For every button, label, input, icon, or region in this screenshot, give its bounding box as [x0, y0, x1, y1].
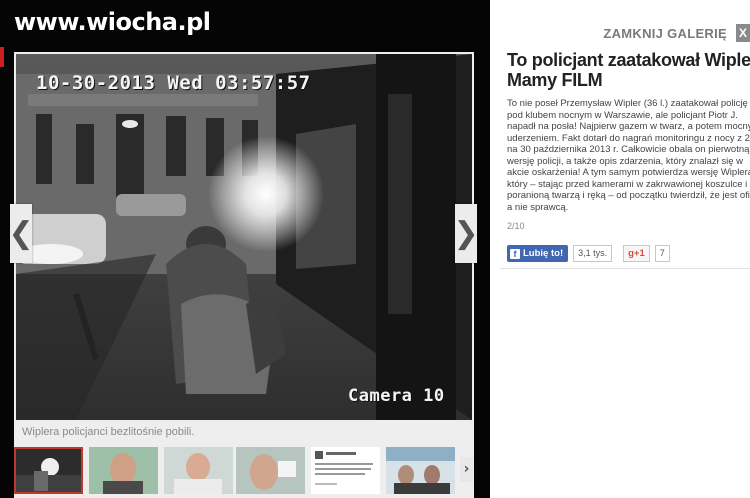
thumbnail-group[interactable]: [386, 447, 455, 494]
divider: [500, 268, 750, 269]
article-body-line: a nie sprawcą.: [507, 201, 569, 213]
cctv-timestamp: 10-30-2013 Wed 03:57:57: [36, 72, 311, 94]
article-body-line: który – stając przed kamerami w zakrwawi…: [507, 178, 750, 190]
facebook-like-count: 3,1 tys.: [573, 245, 613, 262]
thumbnail-face-1[interactable]: [89, 447, 158, 494]
facebook-like-button[interactable]: f Lubię to!: [507, 245, 569, 262]
cctv-photo: 10-30-2013 Wed 03:57:57 Camera 10: [16, 54, 472, 420]
thumbnail-strip: ›: [14, 447, 474, 495]
next-photo-button[interactable]: ❯: [453, 204, 479, 263]
close-gallery-button[interactable]: ZAMKNIJ GALERIĘ: [603, 26, 727, 41]
photo-caption: Wiplera policjanci bezlitośnie pobili.: [22, 426, 195, 438]
gallery-viewer: 10-30-2013 Wed 03:57:57 Camera 10 Wipler…: [14, 52, 474, 498]
article-body-line: uderzeniem. Fakt dotarł do nagrań monito…: [507, 132, 750, 144]
thumbnail-cctv[interactable]: [14, 447, 83, 494]
article-body-line: wersję policji, a także opis zdarzenia, …: [507, 155, 744, 167]
close-icon[interactable]: X: [736, 24, 750, 42]
thumbnail-face-2[interactable]: [164, 447, 233, 494]
previous-photo-button[interactable]: ❮: [8, 204, 34, 263]
thumbnail-bandaged-hand[interactable]: [236, 447, 305, 494]
article-panel: To policjant zaatakował Wiplera! Mamy FI…: [507, 50, 750, 231]
photo-counter: 2/10: [507, 221, 525, 231]
accent-marker: [0, 47, 4, 67]
site-watermark: www.wiocha.pl: [14, 8, 211, 36]
cctv-camera-label: Camera 10: [348, 386, 445, 406]
article-title-line: To policjant zaatakował Wiplera!: [507, 50, 750, 70]
article-body-line: poranioną twarzą i ręką – od początku tw…: [507, 190, 750, 201]
article-body: To nie poseł Przemysław Wipler (36 l.) z…: [507, 98, 750, 213]
close-gallery-bar[interactable]: ZAMKNIJ GALERIĘ X: [603, 24, 750, 42]
facebook-icon: f: [510, 248, 520, 259]
article-title: To policjant zaatakował Wiplera! Mamy FI…: [507, 50, 750, 90]
thumbnail-social-post[interactable]: [311, 447, 380, 494]
google-plus-count: 7: [654, 245, 670, 262]
social-share-bar: f Lubię to! 3,1 tys. g+1 7: [507, 245, 670, 262]
facebook-like-label: Lubię to!: [523, 248, 564, 259]
thumbnail-next-button[interactable]: ›: [460, 457, 473, 482]
article-body-line: napadł na posła! Najpierw gazem w twarz,…: [507, 121, 750, 132]
article-body-line: na 30 października 2013 r. Całkowicie ob…: [507, 144, 750, 155]
google-plus-button[interactable]: g+1: [623, 245, 650, 262]
article-body-line: pod klubem nocnym w Warszawie, ale polic…: [507, 109, 738, 121]
article-title-line: Mamy FILM: [507, 70, 603, 90]
article-body-line: akcie oskarżenia! A tym samym potwierdza…: [507, 167, 750, 178]
article-body-line: To nie poseł Przemysław Wipler (36 l.) z…: [507, 98, 748, 109]
